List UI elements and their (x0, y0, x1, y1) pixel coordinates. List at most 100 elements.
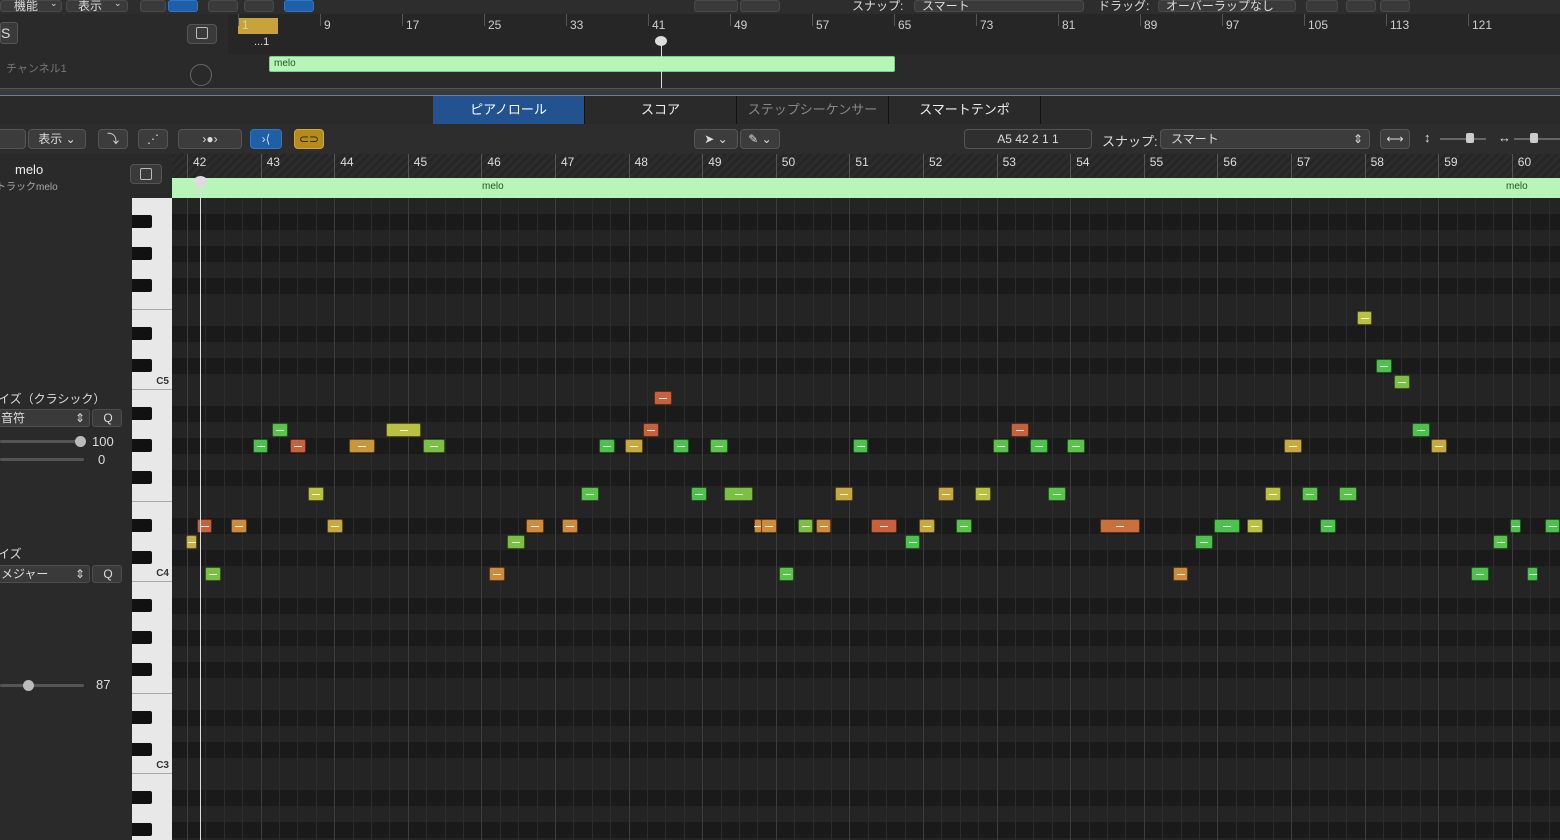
midi-note[interactable] (673, 439, 689, 453)
pane-divider[interactable] (0, 88, 1560, 96)
midi-note[interactable] (507, 535, 525, 549)
midi-note[interactable] (1173, 567, 1188, 581)
region-strip[interactable]: melo melo (172, 178, 1560, 199)
midi-note[interactable] (919, 519, 935, 533)
quantize-q-button[interactable]: Q (92, 409, 122, 427)
midi-note[interactable] (779, 567, 794, 581)
midi-note[interactable] (1412, 423, 1430, 437)
piano-keyboard[interactable]: C5 C4 C3 (132, 198, 172, 840)
pencil-tool-button[interactable]: ✎ ⌄ (740, 129, 780, 149)
midi-note[interactable] (1100, 519, 1140, 533)
vertical-zoom-knob[interactable] (1466, 133, 1474, 143)
flex-button[interactable] (244, 0, 274, 12)
horizontal-zoom-knob[interactable] (1530, 133, 1538, 143)
midi-note[interactable] (1011, 423, 1029, 437)
midi-note[interactable] (625, 439, 643, 453)
midi-note[interactable] (599, 439, 615, 453)
midi-note[interactable] (562, 519, 578, 533)
midi-note[interactable] (349, 439, 375, 453)
midi-note[interactable] (308, 487, 324, 501)
playhead[interactable] (200, 178, 201, 840)
midi-note[interactable] (253, 439, 268, 453)
black-key[interactable] (132, 359, 152, 372)
midi-note[interactable] (327, 519, 343, 533)
tracks-lane[interactable]: melo (228, 54, 1560, 88)
midi-note[interactable] (489, 567, 505, 581)
view-menu-button[interactable]: 表示 ⌄ (28, 129, 86, 149)
tab-step-sequencer[interactable]: ステップシーケンサー (737, 96, 889, 124)
black-key[interactable] (132, 247, 152, 260)
black-key[interactable] (132, 823, 152, 836)
black-key[interactable] (132, 599, 152, 612)
collapse-button[interactable]: ⤵ (98, 129, 128, 149)
black-key[interactable] (132, 631, 152, 644)
snap-select[interactable]: スマート ⇕ (1160, 129, 1370, 149)
midi-note[interactable] (1376, 359, 1392, 373)
midi-note[interactable] (871, 519, 897, 533)
vertical-zoom-slider[interactable] (1440, 138, 1486, 140)
black-key[interactable] (132, 279, 152, 292)
secondary-tool-button[interactable] (740, 0, 780, 12)
midi-note[interactable] (581, 487, 599, 501)
black-key[interactable] (132, 711, 152, 724)
track-collapse-button[interactable] (187, 24, 217, 44)
black-key[interactable] (132, 407, 152, 420)
midi-note[interactable] (1284, 439, 1302, 453)
fit-horizontal-button[interactable] (1380, 0, 1410, 12)
midi-note[interactable] (905, 535, 920, 549)
midi-note[interactable] (1510, 519, 1521, 533)
midi-note[interactable] (1265, 487, 1281, 501)
quantize-select[interactable]: 音符 ⇕ (0, 409, 90, 427)
catch-button[interactable]: ›⟨ (250, 129, 282, 149)
tracks-playhead[interactable] (661, 40, 662, 88)
fit-horizontal-button[interactable]: ⟷ (1380, 129, 1410, 149)
pointer-tool-button[interactable]: ➤ ⌄ (694, 129, 738, 149)
black-key[interactable] (132, 551, 152, 564)
swing-slider[interactable] (0, 458, 84, 461)
midi-note[interactable] (1214, 519, 1240, 533)
midi-note[interactable] (1320, 519, 1336, 533)
midi-note[interactable] (1195, 535, 1213, 549)
midi-note[interactable] (1431, 439, 1447, 453)
strength-slider-knob[interactable] (75, 436, 86, 447)
header-letter-button[interactable]: S (0, 22, 18, 44)
edit-menu-button[interactable] (0, 129, 26, 149)
midi-note[interactable] (816, 519, 831, 533)
catch-button[interactable] (284, 0, 314, 12)
midi-note[interactable] (290, 439, 306, 453)
scale-select[interactable]: メジャー ⇕ (0, 565, 90, 583)
fit-vertical-button[interactable] (1346, 0, 1376, 12)
midi-note[interactable] (993, 439, 1009, 453)
tab-piano-roll[interactable]: ピアノロール (433, 96, 585, 124)
midi-note[interactable] (938, 487, 954, 501)
midi-note[interactable] (761, 519, 777, 533)
region-collapse-button[interactable] (130, 164, 162, 184)
automation-button[interactable]: ⋰ (138, 129, 168, 149)
midi-note[interactable] (691, 487, 707, 501)
pointer-tool-button[interactable] (694, 0, 738, 12)
velocity-slider-knob[interactable] (23, 680, 34, 691)
melo-region[interactable]: melo (269, 56, 895, 72)
midi-note[interactable] (1302, 487, 1318, 501)
midi-note[interactable] (853, 439, 868, 453)
grid-view-button[interactable] (140, 0, 166, 12)
velocity-slider[interactable] (0, 684, 84, 687)
midi-note[interactable] (272, 423, 288, 437)
midi-note[interactable] (1067, 439, 1085, 453)
pan-knob-icon[interactable] (190, 64, 212, 86)
black-key[interactable] (132, 471, 152, 484)
black-key[interactable] (132, 743, 152, 756)
strength-slider[interactable] (0, 440, 84, 443)
piano-roll-ruler[interactable]: 42 43 44 45 46 47 48 49 50 51 52 53 54 55 56 57 58 59 60 (172, 154, 1560, 179)
waveform-zoom-button[interactable] (1306, 0, 1338, 12)
midi-note[interactable] (835, 487, 853, 501)
midi-note[interactable] (710, 439, 728, 453)
black-key[interactable] (132, 663, 152, 676)
midi-note[interactable] (643, 423, 659, 437)
black-key[interactable] (132, 439, 152, 452)
midi-note[interactable] (386, 423, 421, 437)
black-key[interactable] (132, 327, 152, 340)
midi-in-button[interactable]: ›●› (178, 129, 242, 149)
tab-smart-tempo[interactable]: スマートテンポ (889, 96, 1041, 124)
midi-note[interactable] (1471, 567, 1489, 581)
